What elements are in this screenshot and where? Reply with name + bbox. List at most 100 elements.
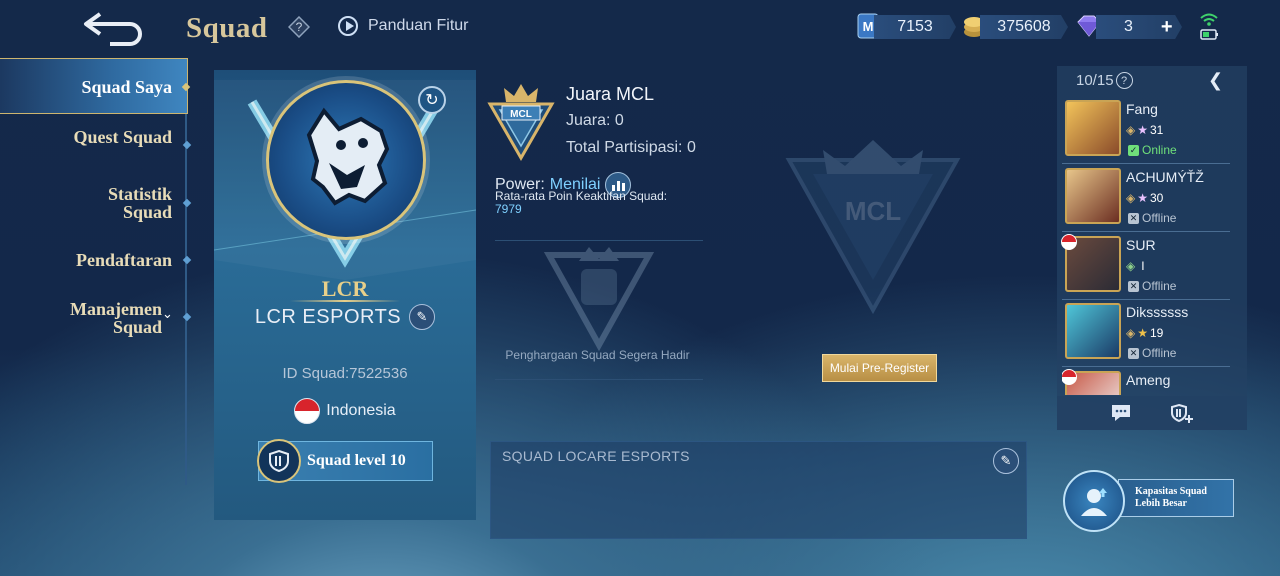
nav-item-quest-squad[interactable]: Quest Squad (60, 128, 172, 146)
mcl-watermark-icon: MCL (785, 140, 961, 315)
member-rank: ◈ ★ 30 (1126, 191, 1163, 205)
capacity-upgrade-button[interactable]: Kapasitas Squad Lebih Besar (1118, 479, 1234, 517)
member-row[interactable]: ACHUMÝŤŽ ◈ ★ 30 ✕ Offline (1062, 166, 1230, 232)
diamond-counter: 3 + (1096, 15, 1182, 39)
mcl-title: Juara MCL (566, 84, 655, 104)
online-check-icon: ✓ (1128, 144, 1139, 156)
squad-tag: LCR (321, 276, 369, 301)
nav-item-label: Manajemen Squad (70, 299, 162, 337)
avg-activity-value: 7979 (495, 202, 522, 216)
avg-activity: Rata-rata Poin Keaktifan Squad: 7979 (495, 190, 667, 216)
award-emblem-icon (543, 247, 655, 352)
mcl-participation-count: Total Partisipasi: 0 (566, 139, 696, 156)
squad-description: SQUAD LOCARE ESPORTS (502, 448, 690, 464)
mcl-champion-count: Juara: 0 (566, 112, 624, 129)
star-icon: ★ (1137, 326, 1148, 340)
user-silhouette-icon (1081, 488, 1107, 516)
status-text: Offline (1142, 279, 1177, 293)
member-rank: ◈ I (1126, 259, 1145, 273)
indonesia-flag-icon (294, 398, 321, 424)
squad-emblem (266, 80, 426, 240)
member-count: 10/15 ? (1076, 72, 1133, 89)
rank-emblem-icon: ◈ (1126, 326, 1136, 340)
nav-divider (185, 60, 187, 485)
svg-text:MCL: MCL (845, 196, 901, 226)
add-diamond-icon[interactable]: + (1161, 16, 1173, 39)
page-title: Squad (186, 12, 268, 44)
member-name: Fang (1126, 101, 1158, 117)
chevron-down-icon[interactable]: ⌄ (162, 306, 173, 322)
help-icon[interactable]: ? (288, 16, 310, 38)
member-row[interactable]: Dikssssss ◈ ★ 19 ✕ Offline (1062, 301, 1230, 367)
star-icon: ★ (1137, 123, 1148, 137)
member-status: ✕ Offline (1128, 346, 1176, 360)
offline-x-icon: ✕ (1128, 280, 1139, 292)
indonesia-flag-icon (1061, 234, 1077, 250)
rank-value: 31 (1150, 123, 1164, 137)
edit-description-icon[interactable]: ✎ (993, 448, 1019, 474)
nav-item-label: Quest Squad (73, 127, 172, 147)
capacity-line2: Lebih Besar (1135, 498, 1187, 509)
feature-guide-button[interactable]: Panduan Fitur (338, 16, 469, 36)
capacity-line1: Kapasitas Squad (1135, 486, 1207, 497)
rank-emblem-icon: ◈ (1126, 259, 1136, 273)
star-icon: ★ (1137, 191, 1148, 205)
status-text: Online (1142, 143, 1177, 157)
member-row[interactable]: SUR ◈ I ✕ Offline (1061, 234, 1230, 300)
member-name: Dikssssss (1126, 304, 1189, 320)
member-actions (1057, 396, 1247, 430)
feature-guide-label: Panduan Fitur (368, 17, 469, 34)
wolf-logo-icon (306, 107, 390, 206)
back-arrow-icon[interactable] (82, 6, 148, 46)
offline-x-icon: ✕ (1128, 347, 1139, 359)
squad-id: ID Squad:7522536 (282, 365, 408, 382)
member-name: SUR (1126, 237, 1156, 253)
member-rank: ◈ ★ 19 (1126, 326, 1163, 340)
member-row[interactable]: Ameng (1062, 369, 1230, 395)
pre-register-button[interactable]: Mulai Pre-Register (822, 354, 937, 382)
member-count-value: 10/15 (1076, 72, 1114, 89)
nav-item-label: Squad Saya (81, 77, 172, 97)
nav-item-manajemen-squad[interactable]: Manajemen Squad (50, 300, 162, 336)
tag-divider (290, 300, 400, 302)
nav-item-pendaftaran[interactable]: Pendaftaran (40, 251, 172, 269)
member-rank: ◈ ★ 31 (1126, 123, 1163, 137)
squad-name-row: LCR ESPORTS ✎ (214, 304, 476, 330)
svg-text:M: M (863, 19, 874, 34)
help-icon[interactable]: ? (1115, 72, 1133, 89)
member-name: Ameng (1126, 372, 1171, 388)
play-icon (338, 16, 358, 36)
nav-item-statistik-squad[interactable]: Statistik Squad (60, 185, 172, 221)
offline-x-icon: ✕ (1128, 212, 1139, 224)
refresh-icon[interactable]: ↻ (418, 86, 446, 114)
member-row[interactable]: Fang ◈ ★ 31 ✓ Online (1062, 98, 1230, 164)
rank-value: I (1141, 259, 1145, 273)
avatar (1065, 303, 1121, 359)
squad-name: LCR ESPORTS (254, 305, 402, 328)
nav-item-squad-saya[interactable]: Squad Saya (40, 78, 172, 96)
chat-icon[interactable] (1110, 403, 1132, 423)
shield-icon (257, 439, 301, 483)
rank-value: 30 (1150, 191, 1164, 205)
squad-level-label: Squad level 10 (307, 452, 406, 469)
mcl-badge-icon: MCL (487, 84, 555, 162)
avatar (1065, 100, 1121, 156)
edit-name-icon[interactable]: ✎ (409, 304, 436, 330)
diamond-value: 3 (1124, 18, 1133, 35)
avatar (1065, 168, 1121, 224)
capacity-upgrade-icon[interactable] (1063, 470, 1125, 532)
squad-level-badge[interactable]: Squad level 10 (257, 439, 433, 483)
collapse-panel-icon[interactable]: ❮ (1208, 70, 1223, 91)
ticket-counter: 7153 (874, 15, 956, 39)
nav-item-label: Statistik Squad (107, 184, 172, 222)
squad-country: Indonesia (214, 398, 476, 424)
battle-points-counter: 375608 (980, 15, 1068, 39)
member-name: ACHUMÝŤŽ (1126, 169, 1204, 185)
invite-member-icon[interactable] (1170, 403, 1194, 423)
rank-emblem-icon: ◈ (1126, 123, 1136, 137)
member-status: ✕ Offline (1128, 211, 1176, 225)
nav-item-label: Pendaftaran (76, 250, 172, 270)
member-status: ✕ Offline (1128, 279, 1176, 293)
rank-emblem-icon: ◈ (1126, 191, 1136, 205)
member-status: ✓ Online (1128, 143, 1177, 157)
